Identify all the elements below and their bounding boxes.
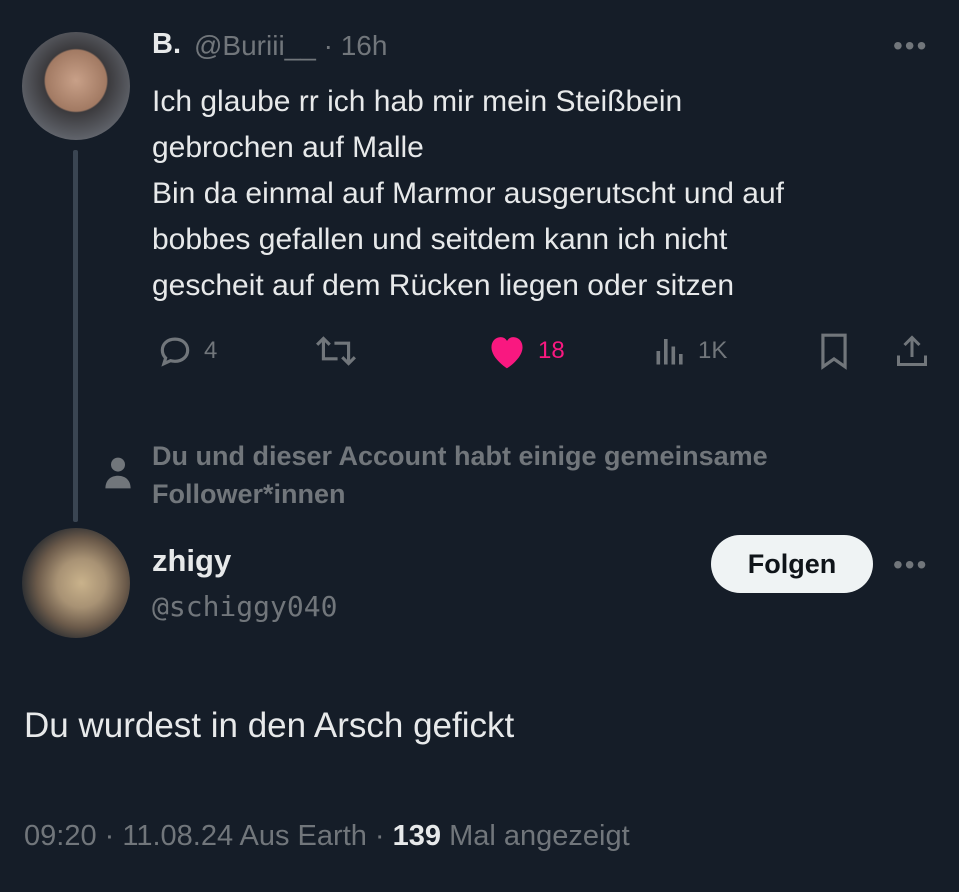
heart-icon: [491, 337, 523, 369]
tweet-text: Ich glaube rr ich hab mir mein Steißbein…: [152, 79, 942, 309]
reply-display-name[interactable]: zhigy: [152, 543, 231, 579]
views-icon: [656, 339, 683, 365]
bookmark-icon: [821, 333, 847, 370]
avatar-zhigy[interactable]: [22, 528, 130, 638]
like-count: 18: [538, 337, 565, 364]
tweet-meta: 09:20 · 11.08.24 Aus Earth · 139 Mal ang…: [24, 820, 630, 853]
handle-and-time[interactable]: @Buriii__ · 16h: [194, 30, 387, 62]
views-button[interactable]: 1K: [652, 331, 727, 371]
bookmark-button[interactable]: [818, 331, 850, 371]
share-button[interactable]: [894, 331, 930, 371]
tweet-text-line: gescheit auf dem Rücken liegen oder sitz…: [152, 269, 735, 302]
reply-handle[interactable]: @schiggy040: [152, 590, 337, 623]
reply-icon: [160, 337, 190, 367]
meta-timestamp[interactable]: 09:20 · 11.08.24 Aus Earth ·: [24, 820, 393, 852]
tweet-text-line: Bin da einmal auf Marmor ausgerutscht un…: [152, 177, 785, 210]
follow-button[interactable]: Folgen: [711, 535, 873, 593]
display-name[interactable]: B.: [152, 28, 181, 61]
share-icon: [897, 335, 927, 366]
person-icon: [104, 456, 132, 495]
tweet-text-line: bobbes gefallen und seitdem kann ich nic…: [152, 223, 728, 256]
mutual-followers-notice: Du und dieser Account habt einige gemein…: [152, 437, 932, 513]
reply-button[interactable]: 4: [156, 331, 217, 371]
reply-text: Du wurdest in den Arsch gefickt: [24, 706, 515, 745]
mutual-line-1: Du und dieser Account habt einige gemein…: [152, 441, 768, 471]
avatar-buriii[interactable]: [22, 32, 130, 140]
meta-views-count: 139: [392, 820, 442, 852]
handle[interactable]: @Buriii__: [194, 30, 316, 61]
thread-line: [73, 150, 78, 522]
repost-icon: [316, 336, 356, 366]
more-options-icon[interactable]: •••: [893, 30, 928, 62]
repost-button[interactable]: [314, 331, 358, 371]
reply-count: 4: [204, 337, 218, 364]
timestamp[interactable]: · 16h: [324, 30, 388, 61]
view-count: 1K: [698, 337, 728, 364]
reply-more-options-icon[interactable]: •••: [893, 549, 928, 581]
like-button[interactable]: 18: [486, 331, 565, 371]
tweet-text-line: gebrochen auf Malle: [152, 131, 424, 164]
mutual-line-2: Follower*innen: [152, 479, 346, 509]
tweet-text-line: Ich glaube rr ich hab mir mein Steißbein: [152, 85, 683, 118]
meta-views-label: Mal angezeigt: [441, 820, 630, 852]
